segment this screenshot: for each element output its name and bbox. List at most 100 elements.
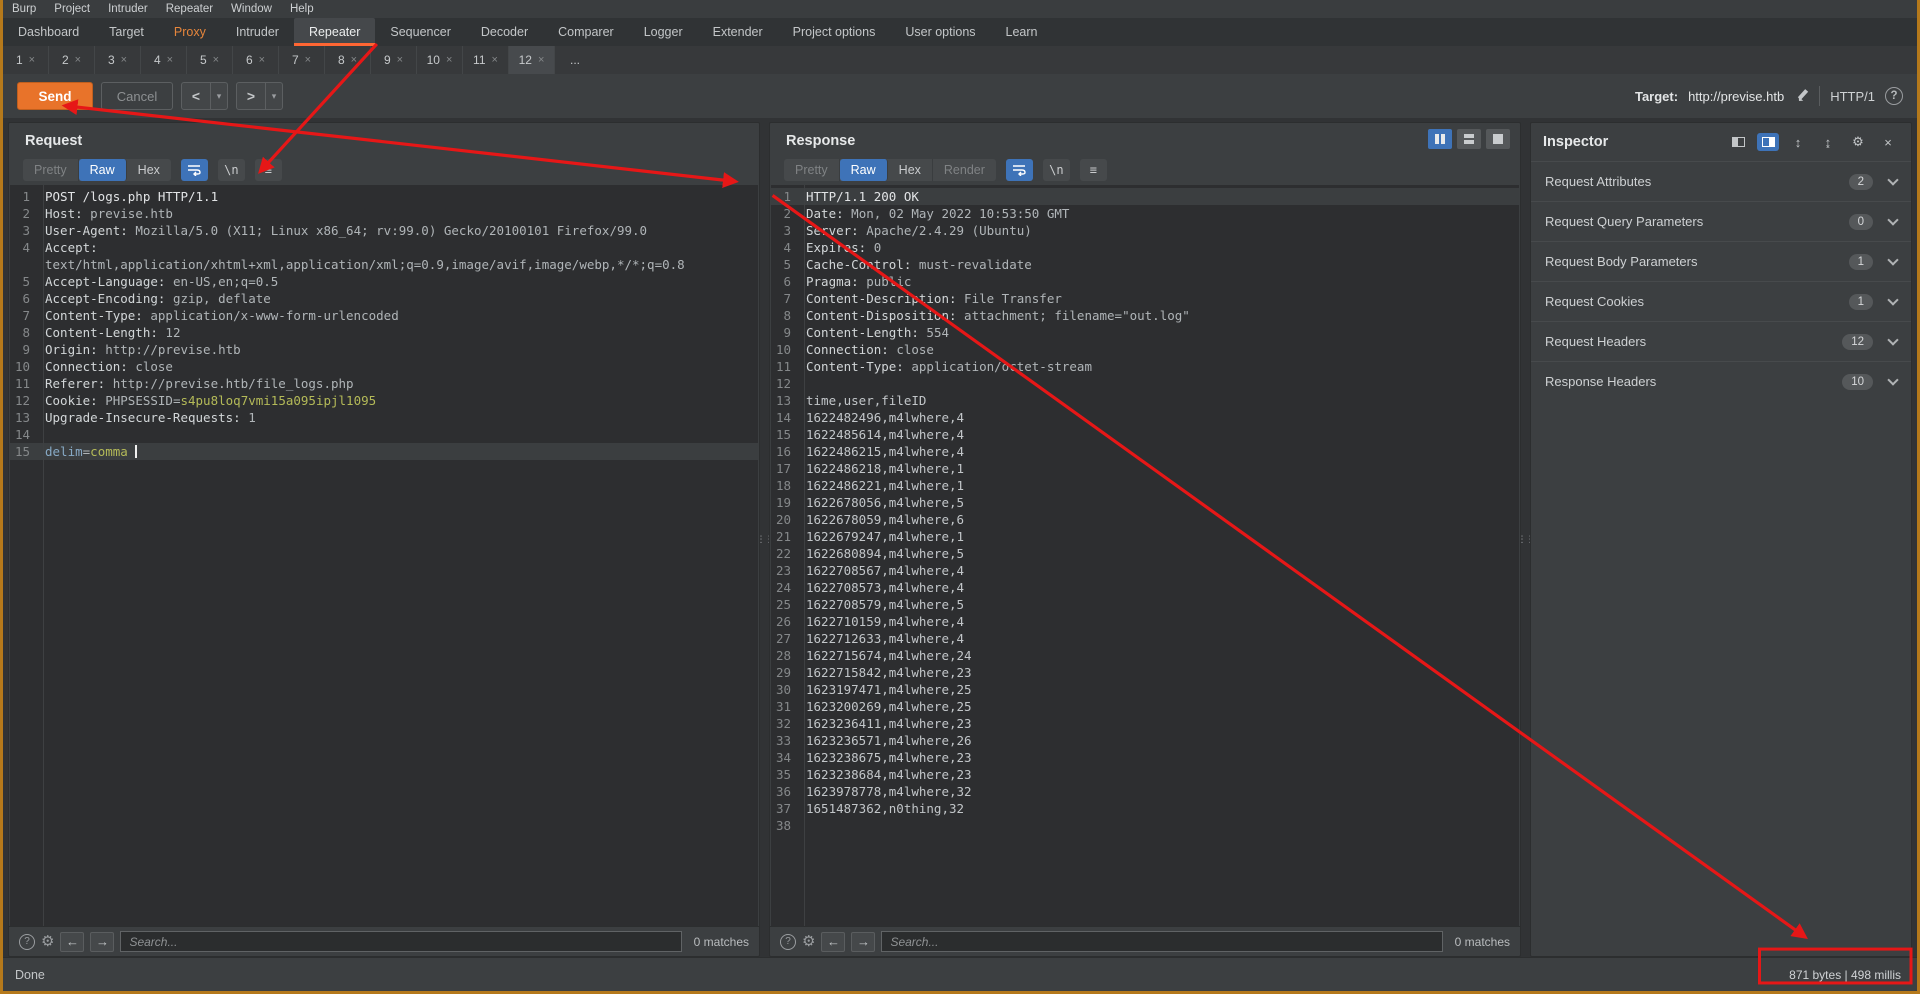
inspector-close-button[interactable]: × <box>1877 133 1899 151</box>
close-icon[interactable]: × <box>538 54 544 66</box>
dock-right-button[interactable] <box>1757 133 1779 151</box>
close-icon[interactable]: × <box>75 54 81 66</box>
search-settings-icon[interactable]: ⚙ <box>41 934 54 949</box>
repeater-tab-7[interactable]: 7× <box>279 46 325 74</box>
tab-intruder[interactable]: Intruder <box>221 18 294 46</box>
close-icon[interactable]: × <box>492 54 498 66</box>
line-number: 1 <box>10 188 37 205</box>
token: 1622678056,m4lwhere,5 <box>806 495 964 510</box>
repeater-tab-10[interactable]: 10× <box>417 46 463 74</box>
tab-user-options[interactable]: User options <box>890 18 990 46</box>
close-icon[interactable]: × <box>121 54 127 66</box>
menu-item-help[interactable]: Help <box>281 3 323 15</box>
repeater-tab-12[interactable]: 12× <box>509 46 555 74</box>
inspector-section-request-query-parameters[interactable]: Request Query Parameters0 <box>1531 201 1911 241</box>
search-next-button[interactable]: → <box>90 932 114 952</box>
close-icon[interactable]: × <box>305 54 311 66</box>
chevron-down-icon[interactable]: ▾ <box>210 83 227 109</box>
forward-button[interactable]: >▾ <box>236 82 283 110</box>
view-tab-raw[interactable]: Raw <box>840 159 888 181</box>
tab-logger[interactable]: Logger <box>629 18 698 46</box>
show-newlines-button[interactable]: \n <box>1043 159 1070 181</box>
repeater-tab-6[interactable]: 6× <box>233 46 279 74</box>
close-icon[interactable]: × <box>29 54 35 66</box>
repeater-tab-8[interactable]: 8× <box>325 46 371 74</box>
expand-all-button[interactable]: ↕ <box>1787 133 1809 151</box>
repeater-tab-2[interactable]: 2× <box>49 46 95 74</box>
panel-splitter[interactable]: ⋮⋮ <box>1521 122 1530 957</box>
help-icon[interactable]: ? <box>1885 87 1903 105</box>
repeater-tab-3[interactable]: 3× <box>95 46 141 74</box>
request-editor[interactable]: 1POST /logs.php HTTP/1.12Host: previse.h… <box>10 185 758 926</box>
panel-splitter[interactable]: ⋮⋮ <box>760 122 769 957</box>
menu-item-repeater[interactable]: Repeater <box>157 3 222 15</box>
editor-line: 161622486215,m4lwhere,4 <box>771 443 1519 460</box>
cancel-button[interactable]: Cancel <box>101 82 173 110</box>
edit-target-icon[interactable] <box>1794 89 1809 104</box>
search-next-button[interactable]: → <box>851 932 875 952</box>
word-wrap-button[interactable] <box>1006 159 1033 181</box>
view-tab-raw[interactable]: Raw <box>79 159 127 181</box>
inspector-section-request-headers[interactable]: Request Headers12 <box>1531 321 1911 361</box>
search-input[interactable] <box>881 931 1442 952</box>
close-icon[interactable]: × <box>446 54 452 66</box>
collapse-all-button[interactable]: ↨ <box>1817 133 1839 151</box>
layout-single-button[interactable] <box>1486 129 1510 149</box>
tab-target[interactable]: Target <box>94 18 159 46</box>
close-icon[interactable]: × <box>259 54 265 66</box>
layout-rows-button[interactable] <box>1457 129 1481 149</box>
search-help-icon[interactable]: ? <box>19 934 35 950</box>
inspector-section-response-headers[interactable]: Response Headers10 <box>1531 361 1911 401</box>
repeater-tab-5[interactable]: 5× <box>187 46 233 74</box>
tab-proxy[interactable]: Proxy <box>159 18 221 46</box>
response-editor[interactable]: 1HTTP/1.1 200 OK2Date: Mon, 02 May 2022 … <box>771 185 1519 926</box>
send-button[interactable]: Send <box>17 82 93 110</box>
chevron-down-icon[interactable]: ▾ <box>265 83 282 109</box>
editor-menu-button[interactable]: ≡ <box>255 159 282 181</box>
close-icon[interactable]: × <box>167 54 173 66</box>
menu-item-intruder[interactable]: Intruder <box>99 3 157 15</box>
layout-columns-button[interactable] <box>1428 129 1452 149</box>
rows-icon <box>1464 134 1474 144</box>
view-tab-hex[interactable]: Hex <box>127 159 171 181</box>
back-button[interactable]: <▾ <box>181 82 228 110</box>
tab-dashboard[interactable]: Dashboard <box>3 18 94 46</box>
menu-item-burp[interactable]: Burp <box>3 3 45 15</box>
repeater-tab-9[interactable]: 9× <box>371 46 417 74</box>
view-tab-hex[interactable]: Hex <box>888 159 933 181</box>
inspector-section-request-attributes[interactable]: Request Attributes2 <box>1531 161 1911 201</box>
tab-decoder[interactable]: Decoder <box>466 18 543 46</box>
tab-sequencer[interactable]: Sequencer <box>375 18 465 46</box>
word-wrap-button[interactable] <box>181 159 208 181</box>
show-newlines-button[interactable]: \n <box>218 159 245 181</box>
tab-project-options[interactable]: Project options <box>778 18 891 46</box>
close-icon[interactable]: × <box>213 54 219 66</box>
editor-line: 1HTTP/1.1 200 OK <box>771 188 1519 205</box>
menu-item-project[interactable]: Project <box>45 3 99 15</box>
close-icon[interactable]: × <box>351 54 357 66</box>
search-prev-button[interactable]: ← <box>821 932 845 952</box>
search-input[interactable] <box>120 931 681 952</box>
view-tab-pretty[interactable]: Pretty <box>23 159 79 181</box>
view-tab-render[interactable]: Render <box>933 159 996 181</box>
search-settings-icon[interactable]: ⚙ <box>802 934 815 949</box>
editor-line: 231622708567,m4lwhere,4 <box>771 562 1519 579</box>
tab-comparer[interactable]: Comparer <box>543 18 629 46</box>
inspector-section-request-cookies[interactable]: Request Cookies1 <box>1531 281 1911 321</box>
inspector-section-request-body-parameters[interactable]: Request Body Parameters1 <box>1531 241 1911 281</box>
view-tab-pretty[interactable]: Pretty <box>784 159 840 181</box>
tab-extender[interactable]: Extender <box>698 18 778 46</box>
tab-learn[interactable]: Learn <box>991 18 1053 46</box>
repeater-tab-1[interactable]: 1× <box>3 46 49 74</box>
editor-menu-button[interactable]: ≡ <box>1080 159 1107 181</box>
dock-left-button[interactable] <box>1727 133 1749 151</box>
repeater-tab-11[interactable]: 11× <box>463 46 509 74</box>
search-help-icon[interactable]: ? <box>780 934 796 950</box>
close-icon[interactable]: × <box>397 54 403 66</box>
repeater-tab-overflow[interactable]: ... <box>555 46 595 74</box>
tab-repeater[interactable]: Repeater <box>294 18 375 46</box>
inspector-settings-button[interactable]: ⚙ <box>1847 133 1869 151</box>
repeater-tab-4[interactable]: 4× <box>141 46 187 74</box>
menu-item-window[interactable]: Window <box>222 3 281 15</box>
search-prev-button[interactable]: ← <box>60 932 84 952</box>
